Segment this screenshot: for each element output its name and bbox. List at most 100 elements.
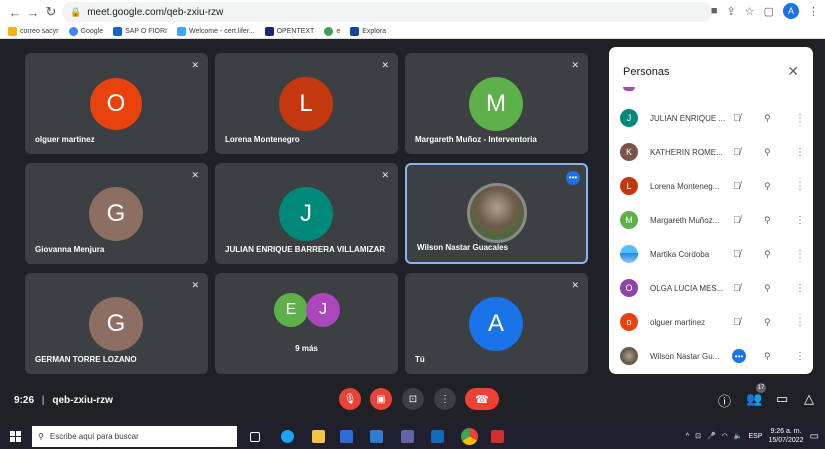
mic-toggle-button[interactable]: 🎙 <box>339 388 361 410</box>
star-icon[interactable]: ☆ <box>745 5 755 18</box>
mic-off-icon[interactable]: 🎙̸ <box>733 249 741 260</box>
window-icon[interactable]: ▢ <box>764 5 774 18</box>
address-bar[interactable]: 🔒 meet.google.com/qeb-zxiu-rzw <box>62 2 712 22</box>
clock[interactable]: 9:26 a. m. 15/07/2022 <box>769 427 804 445</box>
profile-avatar[interactable]: A <box>783 3 799 19</box>
person-name: KATHERIN ROME... <box>650 147 723 157</box>
participant-tile[interactable]: ✕ G GERMAN TORRE LOZANO <box>25 273 208 374</box>
mic-off-icon[interactable]: 🎙̸ <box>733 181 741 192</box>
store-icon[interactable] <box>340 430 353 443</box>
people-list-item[interactable]: o olguer martinez 🎙̸ ⚲ ⋮ <box>609 305 813 339</box>
bookmark-item[interactable]: Google <box>68 26 103 36</box>
bookmark-icon <box>350 26 360 36</box>
language-indicator[interactable]: ESP <box>748 433 762 440</box>
people-icon[interactable]: 👥 <box>746 391 762 407</box>
self-tile[interactable]: ✕ A Tú <box>405 273 588 374</box>
more-vert-icon[interactable]: ⋮ <box>795 283 805 294</box>
bookmark-item[interactable]: SAP O FIORI <box>113 26 167 36</box>
search-placeholder: Escribe aquí para buscar <box>49 432 139 441</box>
bookmark-icon <box>264 26 274 36</box>
pin-icon[interactable]: ⚲ <box>764 181 771 192</box>
more-vert-icon[interactable]: ⋮ <box>795 181 805 192</box>
reload-icon[interactable]: ↻ <box>42 4 60 20</box>
people-list-item[interactable]: O OLGA LUCIA MES... 🎙̸ ⚲ ⋮ <box>609 271 813 305</box>
participant-tile[interactable]: ✕ M Margareth Muñoz - Interventoria <box>405 53 588 154</box>
pin-icon[interactable]: ⚲ <box>764 351 771 362</box>
more-vert-icon[interactable]: ⋮ <box>795 113 805 124</box>
bookmark-item[interactable]: Explora <box>350 26 386 36</box>
file-explorer-icon[interactable] <box>312 430 325 443</box>
pin-icon[interactable]: ⚲ <box>764 317 771 328</box>
taskbar-search[interactable]: ⚲ Escribe aquí para buscar <box>32 426 237 447</box>
participant-tile[interactable]: ✕ J JULIAN ENRIQUE BARRERA VILLAMIZAR <box>215 163 398 264</box>
participant-tile[interactable]: ✕ L Lorena Montenegro <box>215 53 398 154</box>
url-text: meet.google.com/qeb-zxiu-rzw <box>87 6 224 18</box>
people-list-item[interactable]: Wilson Nastar Gu... ••• ⚲ ⋮ <box>609 339 813 373</box>
mic-off-icon[interactable]: 🎙̸ <box>733 113 741 124</box>
mic-off-icon[interactable]: 🎙̸ <box>733 283 741 294</box>
share-icon[interactable]: ⇪ <box>727 5 736 18</box>
camera-indicator-icon[interactable]: ■ <box>711 5 718 17</box>
participant-tile[interactable]: ✕ G Giovanna Menjura <box>25 163 208 264</box>
activities-icon[interactable]: △ <box>804 391 814 407</box>
close-icon[interactable]: ✕ <box>787 63 799 80</box>
wifi-icon[interactable]: ◠ <box>722 432 728 440</box>
more-vert-icon[interactable]: ⋮ <box>795 147 805 158</box>
avatar: J <box>279 187 333 241</box>
bookmark-item[interactable]: OPENTEXT <box>264 26 314 36</box>
more-vert-icon[interactable]: ⋮ <box>795 249 805 260</box>
chrome-icon[interactable] <box>461 428 478 445</box>
bookmark-item[interactable]: Welcome - cert.lifer... <box>176 26 255 36</box>
more-options-icon[interactable]: ••• <box>566 171 580 185</box>
meeting-time: 9:26 <box>14 395 35 406</box>
pin-icon[interactable]: ⚲ <box>764 147 771 158</box>
people-list-item[interactable]: K KATHERIN ROME... 🎙̸ ⚲ ⋮ <box>609 135 813 169</box>
people-list-item[interactable]: L Lorena Monteneg... 🎙̸ ⚲ ⋮ <box>609 169 813 203</box>
people-list-item[interactable]: Martika Cordoba 🎙̸ ⚲ ⋮ <box>609 237 813 271</box>
bookmarks-bar: correo sacyr Google SAP O FIORI Welcome … <box>0 24 825 39</box>
more-vert-icon[interactable]: ⋮ <box>795 351 805 362</box>
info-icon[interactable]: ⓘ <box>718 391 731 410</box>
windows-start-icon[interactable] <box>10 431 21 442</box>
mic-off-icon[interactable]: 🎙̸ <box>733 147 741 158</box>
network-icon[interactable]: ⊡ <box>695 432 701 440</box>
chevron-up-icon[interactable]: ^ <box>686 433 689 440</box>
mic-icon[interactable]: 🎤 <box>707 432 716 440</box>
teams-icon[interactable] <box>401 430 414 443</box>
edge-icon[interactable] <box>281 430 294 443</box>
camera-toggle-button[interactable]: ▣ <box>370 388 392 410</box>
pin-icon[interactable]: ⚲ <box>764 113 771 124</box>
outlook-icon[interactable] <box>431 430 444 443</box>
volume-icon[interactable]: 🔈 <box>734 432 743 440</box>
pin-icon[interactable]: ⚲ <box>764 249 771 260</box>
mic-off-icon[interactable]: 🎙̸ <box>733 215 741 226</box>
chat-icon[interactable]: ▭ <box>776 391 788 407</box>
pin-icon[interactable]: ⚲ <box>764 215 771 226</box>
present-button[interactable]: ⊡ <box>402 388 424 410</box>
mic-off-icon: ✕ <box>191 280 199 290</box>
hang-up-button[interactable]: ☎ <box>465 388 499 410</box>
more-options-button[interactable]: ⋮ <box>434 388 456 410</box>
acrobat-icon[interactable] <box>491 430 504 443</box>
back-icon[interactable]: ← <box>6 5 24 20</box>
more-options-icon[interactable]: ••• <box>732 349 746 363</box>
divider: | <box>41 395 45 406</box>
pin-icon[interactable]: ⚲ <box>764 283 771 294</box>
mic-off-icon[interactable]: 🎙̸ <box>733 317 741 328</box>
notifications-icon[interactable]: ▭ <box>810 431 819 442</box>
mic-off-icon: ✕ <box>381 170 389 180</box>
forward-icon[interactable]: → <box>24 5 42 20</box>
bookmark-item[interactable]: correo sacyr <box>8 26 59 36</box>
more-vert-icon[interactable]: ⋮ <box>795 215 805 226</box>
mail-icon[interactable] <box>370 430 383 443</box>
task-view-icon[interactable] <box>250 432 260 442</box>
bookmark-item[interactable]: e <box>324 26 340 36</box>
participant-tile-active[interactable]: ••• Wilson Nastar Guacales <box>405 163 588 264</box>
mic-off-icon: ✕ <box>381 60 389 70</box>
more-participants-tile[interactable]: E J 9 más <box>215 273 398 374</box>
people-list-item[interactable]: M Margareth Muñoz... 🎙̸ ⚲ ⋮ <box>609 203 813 237</box>
people-list-item[interactable]: J JULIAN ENRIQUE ... 🎙̸ ⚲ ⋮ <box>609 101 813 135</box>
more-vert-icon[interactable]: ⋮ <box>795 317 805 328</box>
menu-icon[interactable]: ⋮ <box>808 5 819 18</box>
participant-tile[interactable]: ✕ O olguer martinez <box>25 53 208 154</box>
